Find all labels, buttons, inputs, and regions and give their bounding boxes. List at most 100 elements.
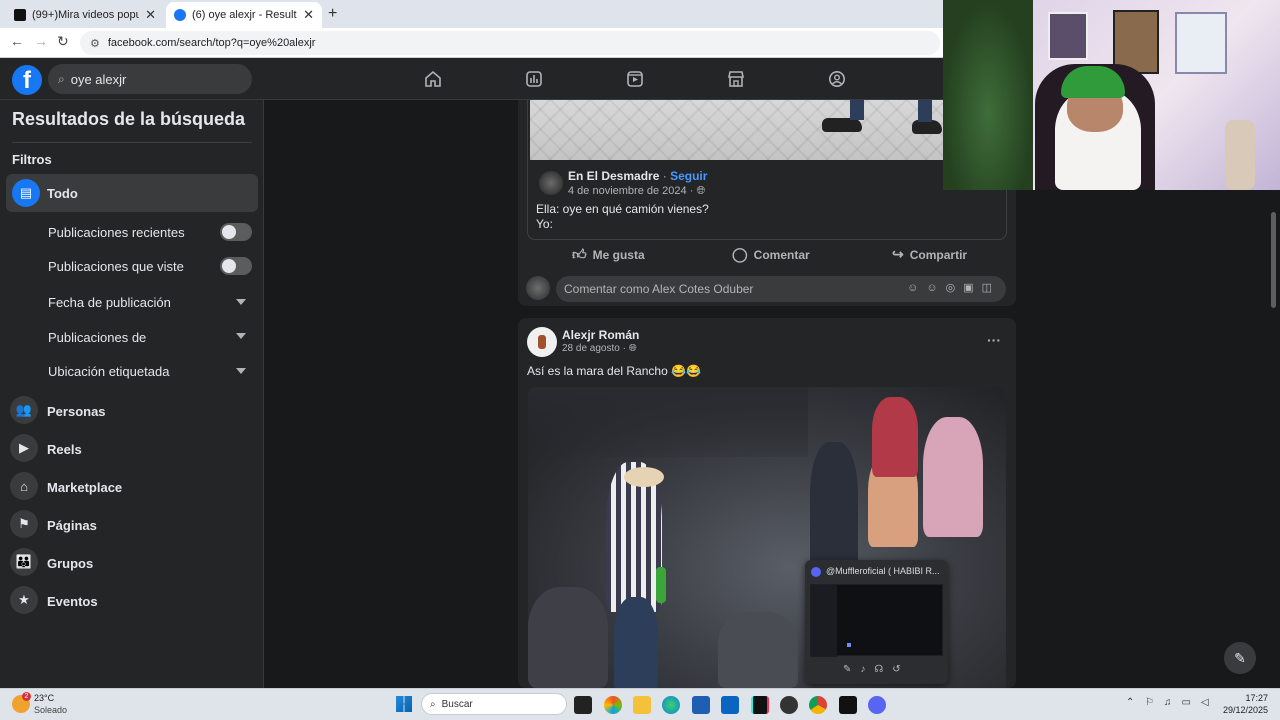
person-figure [718,612,798,688]
more-options-icon[interactable]: ··· [987,332,1001,348]
chevron-down-icon[interactable] [236,368,246,374]
filter-all-label: Todo [47,186,78,201]
bottle-figure [656,567,666,603]
shared-post-photo[interactable] [530,100,1006,160]
shared-post-meta: 4 de noviembre de 2024 · 🌐︎ [568,185,705,198]
pencil-icon: ✎ [1234,649,1246,666]
reload-icon[interactable]: ↻ [57,33,69,50]
poster-figure [1048,12,1088,60]
sidebar-item-label: Reels [47,442,82,457]
groups-icon[interactable] [828,70,846,88]
follow-link[interactable]: Seguir [670,169,707,183]
user-avatar[interactable] [526,276,550,300]
taskbar-search[interactable]: ⌕ Buscar [421,693,567,715]
clock-date[interactable]: 29/12/2025 [1223,705,1268,715]
sidebar-item-people[interactable]: 👥 Personas [8,396,258,426]
forward-arrow-icon[interactable]: → [34,33,48,49]
sidebar-item-marketplace[interactable]: ⌂ Marketplace [8,472,258,502]
video-icon[interactable] [626,70,644,88]
outlook-icon[interactable] [721,696,739,714]
chevron-down-icon[interactable] [236,333,246,339]
share-arrow-icon: ↪ [892,246,904,262]
thumbs-up-icon: 👍︎ [572,246,587,262]
sidebar-item-groups[interactable]: 👪 Grupos [8,548,258,578]
url-text: facebook.com/search/top?q=oye%20alexjr [107,37,316,49]
filter-date-label[interactable]: Fecha de publicación [48,295,171,310]
thumbnail-sidebar [811,585,837,657]
all-results-icon: ▤ [12,179,40,207]
obs-icon[interactable] [780,696,798,714]
feed-icon[interactable] [525,70,543,88]
marketplace-icon[interactable] [727,70,745,88]
compose-message-button[interactable]: ✎ [1224,642,1256,674]
page-scrollbar[interactable] [1271,212,1276,308]
stream-thumbnail[interactable] [810,584,943,657]
post-author[interactable]: Alexjr Román [562,328,639,342]
recent-posts-toggle[interactable] [220,223,252,241]
comment-input[interactable]: Comentar como Alex Cotes Oduber ☺☺◎▣◫ [556,276,1006,302]
sidebar-item-reels[interactable]: ▶ Reels [8,434,258,464]
url-field[interactable]: ⚙ facebook.com/search/top?q=oye%20alexjr [80,31,940,55]
seen-posts-toggle[interactable] [220,257,252,275]
post-text-line: Ella: oye en qué camión vienes? [536,202,709,216]
like-button[interactable]: 👍︎ Me gusta [572,246,645,263]
popup-controls-icons[interactable]: ✎♪☊↺ [843,664,910,675]
home-icon[interactable] [424,70,442,88]
shared-page-name[interactable]: En El Desmadre [568,169,659,183]
filter-seen-label: Publicaciones que viste [48,259,184,274]
comment-button[interactable]: ◯ Comentar [732,246,810,263]
file-explorer-icon[interactable] [633,696,651,714]
facebook-logo[interactable]: f [12,65,42,95]
site-settings-icon[interactable]: ⚙ [90,37,100,50]
discord-icon [811,567,821,577]
system-tray-icons[interactable]: ⚐♫▭◁ [1145,697,1219,708]
author-avatar[interactable] [527,327,557,357]
copilot-icon[interactable] [604,696,622,714]
filter-all[interactable]: ▤ Todo [6,174,258,212]
people-icon: 👥 [10,396,38,424]
facebook-search-input[interactable]: ⌕ oye alexjr [48,64,252,94]
tiktok-icon[interactable] [751,696,769,714]
sidebar-item-events[interactable]: ★ Eventos [8,586,258,616]
chevron-down-icon[interactable] [236,299,246,305]
filter-from-label[interactable]: Publicaciones de [48,330,146,345]
sidebar-item-pages[interactable]: ⚑ Páginas [8,510,258,540]
new-tab-button[interactable]: + [328,5,337,23]
stream-preview-popup[interactable]: @Muffleroficial ( HABIBI R... ✎♪☊↺ [805,560,948,684]
webcam-overlay [943,0,1280,190]
globe-icon: 🌐︎ [696,185,706,197]
share-button[interactable]: ↪ Compartir [892,246,967,263]
chrome-icon[interactable] [809,696,827,714]
shared-post-header: En El Desmadre · Seguir [568,169,707,183]
post-date[interactable]: 28 de agosto · [562,343,626,354]
page-avatar[interactable] [539,171,563,195]
store-icon[interactable] [692,696,710,714]
tab-close-icon[interactable]: ✕ [303,7,314,23]
avatar-figure [538,335,546,349]
filter-location-label[interactable]: Ubicación etiquetada [48,364,169,379]
sidebar-item-label: Grupos [47,556,94,571]
browser-tab-facebook[interactable]: (6) oye alexjr - Resultados de b ✕ [166,2,322,28]
store-icon: ⌂ [10,472,38,500]
clock-time[interactable]: 17:27 [1238,693,1268,703]
tiktok-favicon-icon [14,9,26,21]
task-view-icon[interactable] [574,696,592,714]
popup-title: @Muffleroficial ( HABIBI R... [826,566,940,576]
capcut-icon[interactable] [839,696,857,714]
browser-tab-tiktok[interactable]: (99+)Mira videos populares sel ✕ [6,2,164,28]
shoe-figure [822,118,862,132]
comment-tools-icons[interactable]: ☺☺◎▣◫ [907,281,1000,294]
edge-icon[interactable] [662,696,680,714]
back-arrow-icon[interactable]: ← [10,33,24,49]
search-icon: ⌕ [58,71,65,86]
trouser-figure [918,100,932,122]
comment-label: Comentar [753,247,810,262]
discord-icon[interactable] [868,696,886,714]
calendar-icon: ★ [10,586,38,614]
shared-post-date[interactable]: 4 de noviembre de 2024 · [568,185,693,197]
post-meta: 28 de agosto · 🌐︎ [562,343,637,354]
chevron-up-icon[interactable]: ⌃ [1126,697,1134,708]
person-figure [528,587,608,688]
thumbnail-cursor [847,643,851,647]
tab-close-icon[interactable]: ✕ [145,7,156,23]
